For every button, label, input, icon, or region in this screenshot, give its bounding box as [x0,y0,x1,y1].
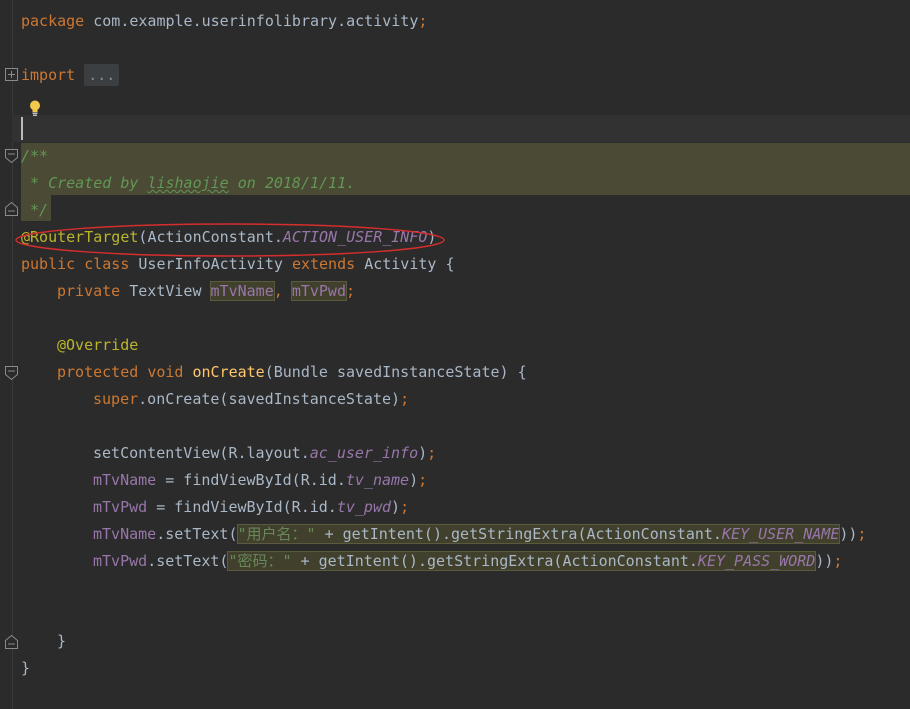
fold-end-icon[interactable] [4,201,20,217]
call: = findViewById(R.id. [156,471,346,489]
gutter-separator [12,0,13,709]
constant: ac_user_info [309,444,419,462]
package-name: com.example.userinfolibrary.activity [93,12,419,30]
keyword: package [21,12,85,30]
semicolon: ; [400,390,410,408]
semicolon: ; [346,282,356,300]
code-line-class-close[interactable]: } [21,655,30,682]
brace: } [21,659,31,677]
paren: ) [418,444,428,462]
keyword: super [93,390,139,408]
code-line-doc-close[interactable]: */ [21,197,48,224]
doc-comment: /** [21,147,49,165]
code-line-find-pwd[interactable]: mTvPwd = findViewById(R.id.tv_pwd); [93,494,409,521]
doc-comment: on 2018/1/11. [228,174,356,192]
super-class: Activity { [364,255,455,273]
annotation: @Override [57,336,139,354]
call: = findViewById(R.id. [147,498,337,516]
code-line-doc-open[interactable]: /** [21,143,48,170]
constant: KEY_USER_NAME [721,525,840,543]
doc-comment: */ [21,201,49,219]
code-line-doc-author[interactable]: * Created by lishaojie on 2018/1/11. [21,170,355,197]
code-line-settext-name[interactable]: mTvName.setText("用户名：" + getIntent().get… [93,521,866,548]
fold-end-icon[interactable] [4,634,20,650]
call: + getIntent().getStringExtra(ActionConst… [291,552,698,570]
field-name: mTvPwd [93,552,148,570]
code-line-settext-pwd[interactable]: mTvPwd.setText("密码：" + getIntent().getSt… [93,548,842,575]
field-name: mTvPwd [93,498,148,516]
field-name: mTvPwd [290,281,348,301]
method-params: (Bundle savedInstanceState) { [264,363,527,381]
code-line-override[interactable]: @Override [57,332,138,359]
code-line-super-call[interactable]: super.onCreate(savedInstanceState); [93,386,409,413]
call: .setText( [147,552,229,570]
code-line-find-name[interactable]: mTvName = findViewById(R.id.tv_name); [93,467,427,494]
call: .onCreate(savedInstanceState) [138,390,401,408]
folded-imports[interactable]: ... [84,64,120,86]
semicolon: ; [857,525,867,543]
constant: KEY_PASS_WORD [697,552,816,570]
semicolon: ; [418,471,428,489]
code-line-package[interactable]: package com.example.userinfolibrary.acti… [21,8,427,35]
comma: , [273,282,292,300]
paren: ) [427,228,437,246]
call: + getIntent().getStringExtra(ActionConst… [315,525,722,543]
paren: )) [815,552,834,570]
keyword: extends [291,255,365,273]
keyword: public class [21,255,139,273]
string-literal: "用户名：" [237,525,316,543]
brace: } [57,632,67,650]
field-name: mTvName [209,281,275,301]
call: setContentView(R.layout. [93,444,310,462]
doc-comment: * Created by [21,174,148,192]
class-name: UserInfoActivity [138,255,292,273]
fold-collapse-icon[interactable] [4,365,20,381]
keyword: import [21,66,76,84]
constant: tv_name [345,471,410,489]
semicolon: ; [418,12,428,30]
semicolon: ; [400,498,410,516]
current-line-highlight [12,115,910,142]
code-line-set-content[interactable]: setContentView(R.layout.ac_user_info); [93,440,436,467]
lightbulb-icon[interactable] [27,99,43,117]
constant: tv_pwd [336,498,392,516]
code-line-method-close[interactable]: } [57,628,66,655]
field-name: mTvName [93,471,157,489]
fold-expand-icon[interactable] [4,67,20,83]
method-name: onCreate [192,363,265,381]
class-ref: ActionConstant. [147,228,283,246]
type: TextView [129,282,211,300]
fold-collapse-icon[interactable] [4,148,20,164]
call: .setText( [156,525,238,543]
code-line-fields[interactable]: private TextView mTvName, mTvPwd; [57,278,355,305]
keyword: void [147,363,193,381]
semicolon: ; [833,552,843,570]
paren: )) [839,525,858,543]
code-editor[interactable]: package com.example.userinfolibrary.acti… [0,0,910,709]
code-line-method-decl[interactable]: protected void onCreate(Bundle savedInst… [57,359,527,386]
code-line-class-decl[interactable]: public class UserInfoActivity extends Ac… [21,251,455,278]
field-name: mTvName [93,525,157,543]
code-line-annotation[interactable]: @RouterTarget(ActionConstant.ACTION_USER… [21,224,436,251]
code-line-import[interactable]: import ... [21,62,120,89]
doc-author: lishaojie [147,174,229,192]
constant: ACTION_USER_INFO [282,228,428,246]
paren: ) [409,471,419,489]
keyword: protected [57,363,148,381]
paren: ) [391,498,401,516]
text-caret [21,117,23,140]
keyword: private [57,282,130,300]
annotation: @RouterTarget [21,228,139,246]
semicolon: ; [427,444,437,462]
string-literal: "密码：" [228,552,292,570]
